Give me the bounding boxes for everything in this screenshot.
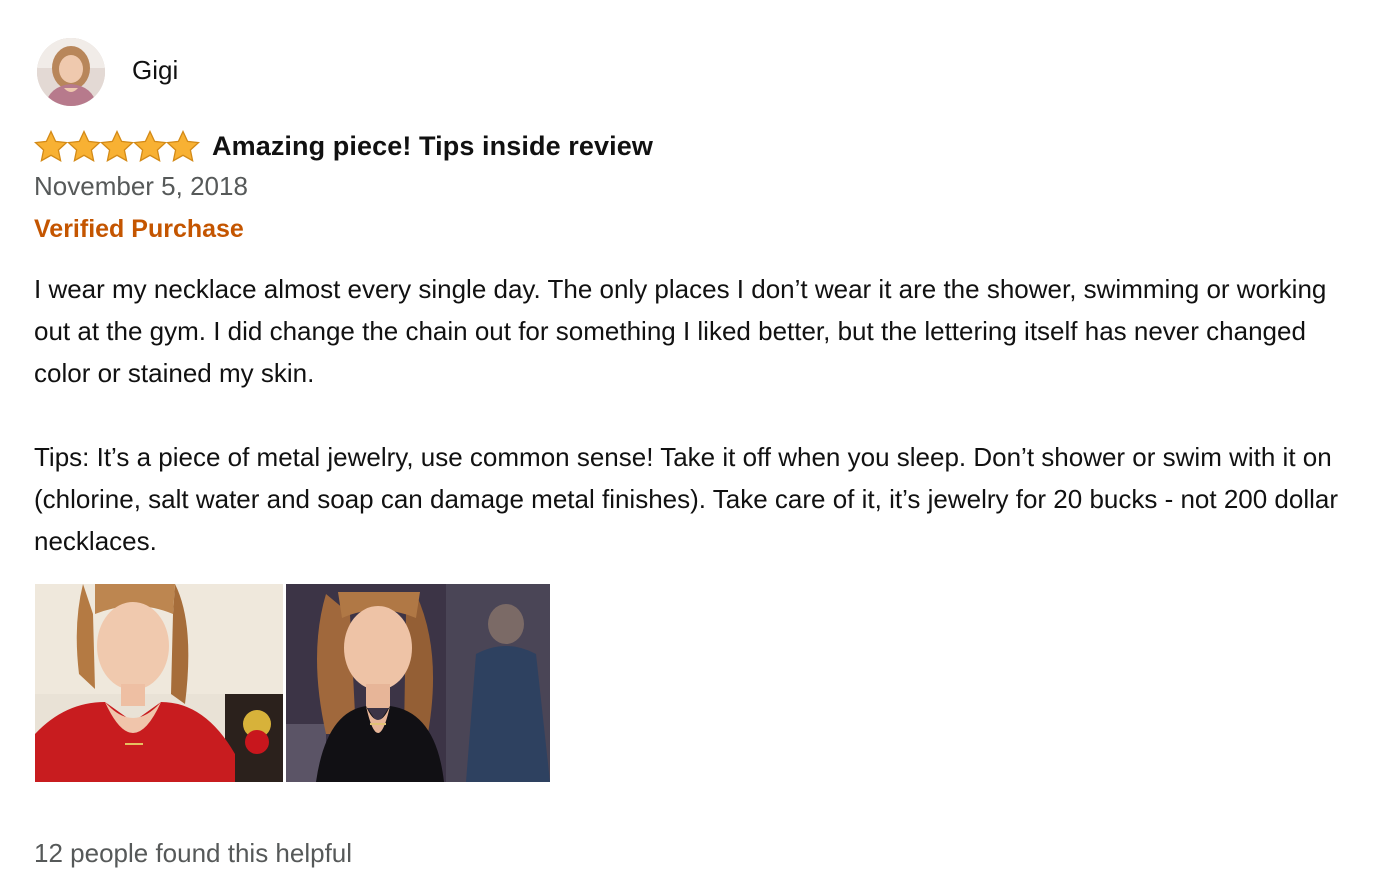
- review-paragraph: Tips: It’s a piece of metal jewelry, use…: [34, 442, 1339, 556]
- star-icon: [34, 130, 68, 162]
- review-paragraph: I wear my necklace almost every single d…: [34, 274, 1327, 388]
- reviewer-profile[interactable]: Gigi: [37, 38, 178, 106]
- review-body: I wear my necklace almost every single d…: [34, 268, 1344, 604]
- review-photos: [35, 584, 550, 782]
- review-title[interactable]: Amazing piece! Tips inside review: [212, 131, 653, 162]
- customer-review: Gigi Amazing piece! Tips inside review N…: [0, 0, 1376, 890]
- review-photo[interactable]: [35, 584, 283, 782]
- review-date: November 5, 2018: [34, 171, 248, 201]
- reviewer-name[interactable]: Gigi: [132, 55, 178, 86]
- star-icon: [133, 130, 167, 162]
- review-title-row: Amazing piece! Tips inside review: [34, 128, 653, 164]
- star-rating[interactable]: [34, 128, 200, 164]
- star-icon: [100, 130, 134, 162]
- star-icon: [166, 130, 200, 162]
- verified-purchase-badge[interactable]: Verified Purchase: [34, 215, 244, 244]
- star-icon: [67, 130, 101, 162]
- review-photo[interactable]: [286, 584, 550, 782]
- helpful-count: 12 people found this helpful: [34, 838, 353, 868]
- reviewer-avatar[interactable]: [37, 38, 105, 106]
